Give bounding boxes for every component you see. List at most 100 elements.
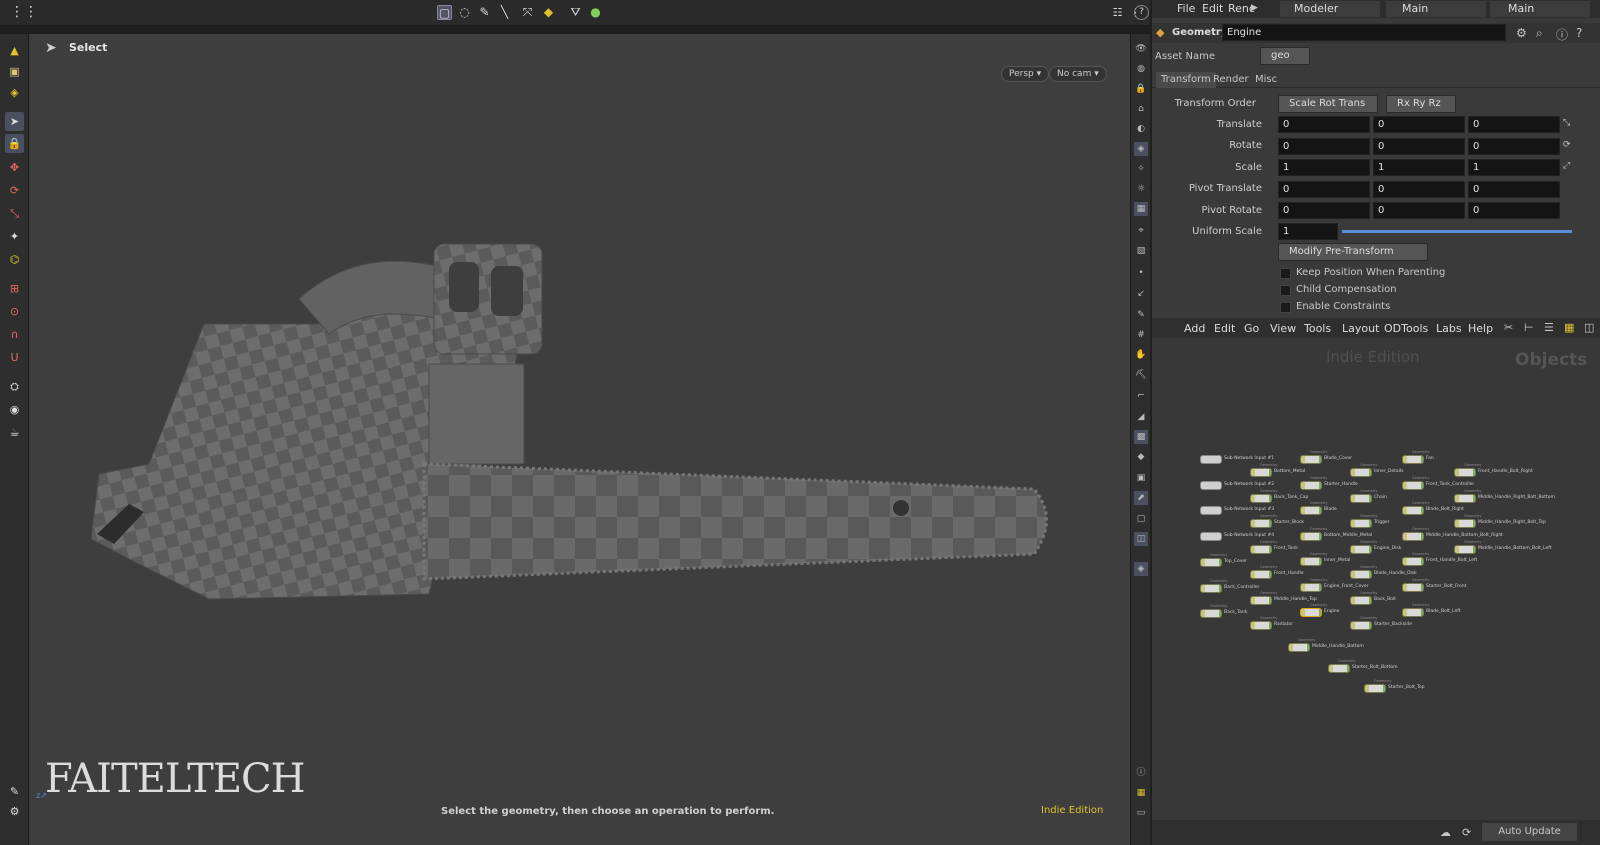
network-node[interactable] — [1300, 455, 1322, 464]
bulb-icon[interactable]: ◈ — [1134, 142, 1148, 156]
channel-icon[interactable]: ⟳ — [1563, 140, 1571, 150]
light-toggle-icon[interactable]: ✧ — [1134, 162, 1148, 176]
network-node[interactable] — [1250, 493, 1272, 503]
box-icon[interactable]: ▣ — [1134, 471, 1148, 485]
network-node[interactable] — [1250, 570, 1272, 579]
network-node[interactable] — [1454, 519, 1476, 528]
object-mode-icon[interactable]: ▲ — [5, 41, 24, 60]
geometry-mode-icon[interactable]: ▣ — [5, 62, 24, 81]
net-menu-layout[interactable]: Layout — [1342, 322, 1379, 335]
network-node[interactable] — [1350, 493, 1372, 503]
tools-icon[interactable]: ✂ — [1504, 321, 1513, 334]
network-node[interactable] — [1300, 608, 1322, 617]
menu-file[interactable]: File — [1177, 2, 1195, 15]
network-node[interactable] — [1300, 480, 1322, 490]
lock-icon[interactable]: 🔒 — [5, 134, 24, 153]
net-menu-help[interactable]: Help — [1468, 322, 1493, 335]
tab-transform[interactable]: Transform — [1156, 72, 1216, 88]
pen-icon[interactable]: ✎ — [1134, 308, 1148, 322]
scale-icon[interactable]: ⤡ — [5, 204, 24, 223]
shadow-icon[interactable]: ☼ — [1134, 182, 1148, 196]
translate-z[interactable]: 0 — [1468, 116, 1560, 133]
network-node[interactable] — [1200, 558, 1222, 567]
diamond-icon[interactable]: ◆ — [1134, 450, 1148, 464]
auto-update-button[interactable]: Auto Update — [1482, 823, 1577, 841]
grid-view-icon[interactable]: ▦ — [1564, 321, 1574, 334]
uniform-scale-slider[interactable] — [1342, 230, 1572, 233]
display-options-icon[interactable]: ☷ — [1110, 5, 1125, 20]
node-name-field[interactable]: Engine — [1222, 24, 1506, 41]
asset-name-field[interactable]: geo — [1260, 47, 1310, 65]
snap-curve-icon[interactable]: ∩ — [5, 325, 24, 344]
search-icon[interactable]: ⌕ — [1536, 26, 1543, 41]
rotate-z[interactable]: 0 — [1468, 138, 1560, 155]
magnet-icon[interactable]: U — [5, 348, 24, 367]
pane-tab-select[interactable]: Main — [1386, 1, 1486, 17]
ghost-icon[interactable]: ◍ — [1134, 62, 1148, 76]
net-menu-go[interactable]: Go — [1244, 322, 1259, 335]
background-icon[interactable]: ▦ — [1134, 202, 1148, 216]
scene-viewport[interactable]: ➤ Select Persp ▾ No cam ▾ FAITELTECH z↗ … — [29, 34, 1130, 845]
network-node[interactable] — [1402, 480, 1424, 490]
network-node[interactable] — [1200, 455, 1222, 464]
box-select-icon[interactable]: ▢ — [437, 5, 452, 20]
menu-overflow-icon[interactable]: ▶ — [1251, 3, 1258, 13]
home-icon[interactable]: ⌂ — [1134, 102, 1148, 116]
select-objects-icon[interactable]: ◆ — [541, 5, 556, 20]
network-node[interactable] — [1250, 595, 1272, 605]
handle-icon[interactable]: ⌬ — [5, 250, 24, 269]
square-icon[interactable]: ▢ — [1134, 512, 1148, 526]
list-icon[interactable]: ☰ — [1544, 321, 1554, 334]
rotate-x[interactable]: 0 — [1278, 138, 1370, 155]
rotate-icon[interactable]: ⟳ — [5, 181, 24, 200]
network-node[interactable] — [1200, 609, 1222, 618]
display-settings-icon[interactable]: ◫ — [1134, 532, 1148, 546]
network-node[interactable] — [1328, 664, 1350, 673]
network-node[interactable] — [1364, 684, 1386, 693]
snap-view-icon[interactable]: ⬈ — [1134, 491, 1148, 505]
help-icon[interactable]: ? — [1134, 5, 1149, 20]
quad-view-icon[interactable]: ▦ — [1134, 786, 1148, 800]
network-node[interactable] — [1350, 595, 1372, 605]
laser-icon[interactable]: ╲ — [497, 5, 512, 20]
refresh-icon[interactable]: ⟳ — [1462, 826, 1471, 839]
net-menu-add[interactable]: Add — [1184, 322, 1205, 335]
grid-menu-icon[interactable]: ⋮⋮ — [10, 5, 38, 20]
channel-icon[interactable]: ⤢ — [1563, 161, 1570, 171]
tree-icon[interactable]: ⊢ — [1524, 321, 1534, 334]
brush-icon[interactable]: ✎ — [477, 5, 492, 20]
scale-x[interactable]: 1 — [1278, 159, 1370, 176]
info-icon[interactable]: ⓘ — [1134, 766, 1148, 780]
net-menu-odtools[interactable]: ODTools — [1384, 322, 1428, 335]
lock-view-icon[interactable]: 🔒 — [1134, 82, 1148, 96]
gear-icon[interactable]: ⚙ — [1516, 26, 1527, 40]
transform-order-select[interactable]: Scale Rot Trans — [1278, 95, 1378, 113]
network-node[interactable] — [1402, 608, 1424, 617]
pivot-translate-y[interactable]: 0 — [1373, 181, 1465, 198]
network-node[interactable] — [1250, 621, 1272, 630]
tab-misc[interactable]: Misc — [1250, 72, 1282, 88]
network-node[interactable] — [1350, 570, 1372, 579]
net-menu-labs[interactable]: Labs — [1436, 322, 1462, 335]
network-tab-select[interactable]: Main — [1490, 1, 1590, 17]
move-icon[interactable]: ✥ — [5, 158, 24, 177]
network-icon[interactable]: ⛛ — [568, 5, 583, 20]
network-node[interactable] — [1200, 506, 1222, 515]
network-node[interactable] — [1454, 544, 1476, 554]
view-tool-icon[interactable]: ⛭ — [5, 377, 24, 396]
dynamics-mode-icon[interactable]: ◈ — [5, 83, 24, 102]
net-menu-tools[interactable]: Tools — [1304, 322, 1331, 335]
network-node[interactable] — [1350, 544, 1372, 554]
corner-icon[interactable]: ⌐ — [1134, 389, 1148, 403]
network-node[interactable] — [1350, 621, 1372, 630]
network-editor[interactable]: Indie Edition Objects Sub-Network Input … — [1152, 338, 1600, 820]
translate-x[interactable]: 0 — [1278, 116, 1370, 133]
network-node[interactable] — [1250, 468, 1272, 477]
sphere-icon[interactable]: ◐ — [1134, 122, 1148, 136]
light-icon[interactable]: ☕ — [5, 423, 24, 442]
child-compensation-checkbox[interactable] — [1280, 285, 1291, 296]
pivot-translate-x[interactable]: 0 — [1278, 181, 1370, 198]
camera-icon[interactable]: ◉ — [5, 400, 24, 419]
network-node[interactable] — [1300, 557, 1322, 566]
translate-y[interactable]: 0 — [1373, 116, 1465, 133]
